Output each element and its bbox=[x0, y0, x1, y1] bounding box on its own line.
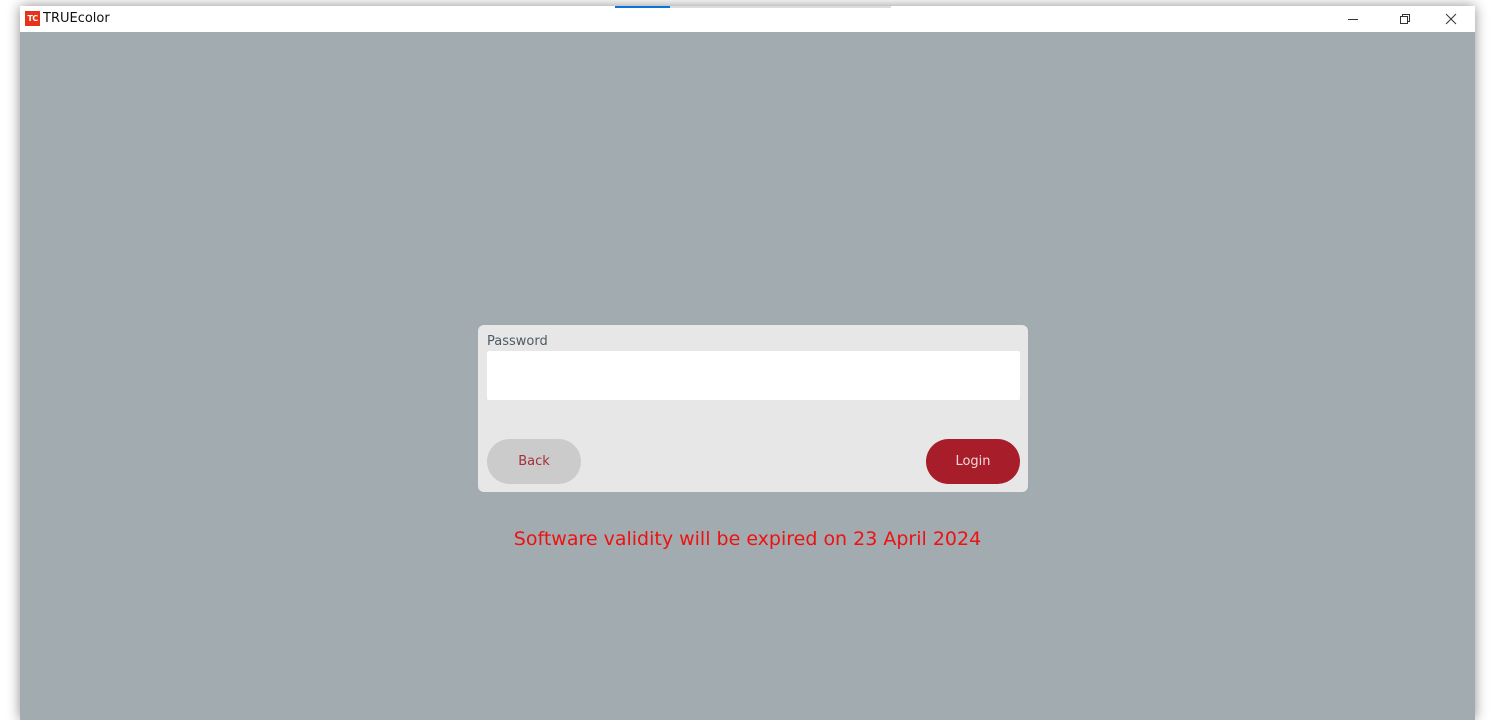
window-title: TRUEcolor bbox=[43, 11, 110, 26]
loading-progress-fill bbox=[615, 6, 671, 8]
minimize-icon bbox=[1348, 19, 1358, 20]
back-button[interactable]: Back bbox=[487, 439, 581, 484]
login-button[interactable]: Login bbox=[926, 439, 1020, 484]
minimize-button[interactable] bbox=[1330, 6, 1376, 32]
app-window: TC TRUEcolor Password Back Login Softwar… bbox=[20, 6, 1475, 720]
close-icon bbox=[1445, 13, 1457, 25]
password-label: Password bbox=[487, 334, 548, 349]
title-bar[interactable]: TC TRUEcolor bbox=[20, 6, 1475, 32]
app-logo-icon: TC bbox=[25, 11, 40, 26]
login-card: Password Back Login bbox=[478, 325, 1028, 492]
validity-notice: Software validity will be expired on 23 … bbox=[513, 528, 982, 550]
restore-icon bbox=[1400, 14, 1410, 24]
password-input[interactable] bbox=[487, 351, 1020, 400]
close-button[interactable] bbox=[1428, 6, 1474, 32]
restore-button[interactable] bbox=[1382, 6, 1428, 32]
loading-progress-bar bbox=[615, 6, 891, 8]
